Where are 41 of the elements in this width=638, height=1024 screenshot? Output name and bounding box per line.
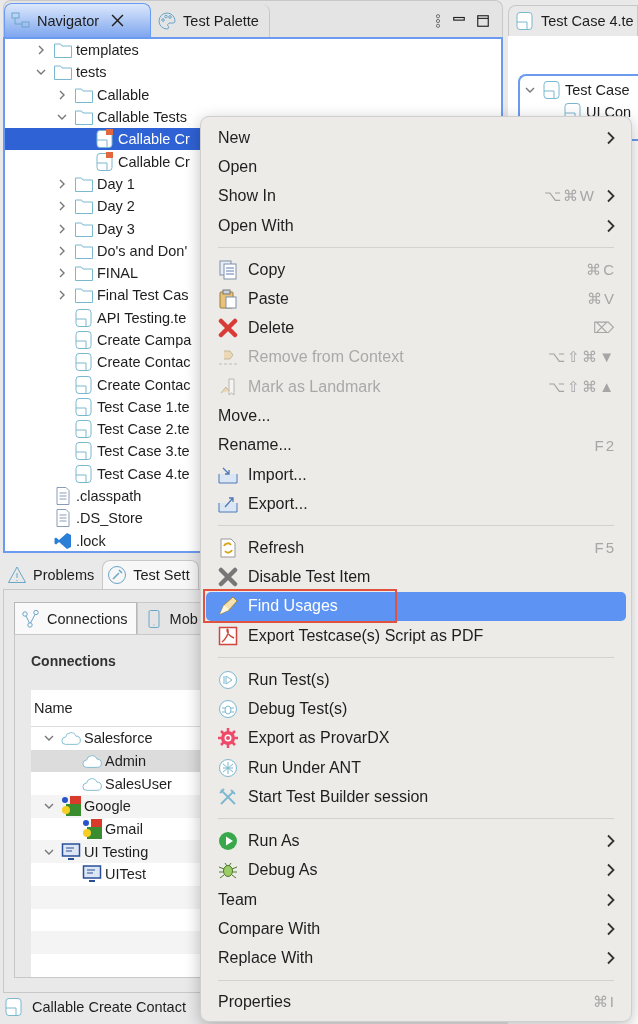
- shortcut-hint: ⌥⌘W: [543, 187, 596, 206]
- tree-item-label: Callable Cr: [118, 131, 190, 148]
- tree-item-label: Test Case 3.te: [97, 443, 190, 460]
- connection-name: Gmail: [105, 821, 143, 838]
- tree-item-label: .classpath: [76, 488, 142, 505]
- tree-item-label: API Testing.te: [97, 309, 187, 326]
- tree-item-label: Create Campa: [97, 332, 192, 348]
- tree-item-label: Day 2: [97, 198, 135, 215]
- tree-item-label: FINAL: [97, 265, 139, 282]
- tree-item-label: Test Case 2.te: [97, 421, 190, 438]
- tree-item-label: Callable Tests: [97, 109, 187, 126]
- shortcut-hint: ⌦: [593, 319, 616, 338]
- tree-item-label: tests: [76, 64, 107, 81]
- shortcut-hint: ⌘C: [586, 260, 616, 279]
- tree-item-label: Callable: [97, 86, 150, 103]
- connection-name: UI Testing: [84, 843, 149, 860]
- shortcut-hint: ⌥⇧⌘▲: [548, 377, 616, 396]
- tree-item-label: Day 1: [97, 175, 135, 192]
- tree-item-label: Do's and Don': [97, 242, 188, 259]
- tree-item-label: .lock: [76, 532, 106, 549]
- tree-item-label: Test Case: [565, 82, 630, 98]
- tree-item-label: .DS_Store: [76, 510, 143, 527]
- shortcut-hint: F5: [594, 539, 616, 557]
- tree-item-label: templates: [76, 42, 139, 59]
- shortcut-hint: ⌘V: [587, 289, 616, 308]
- connection-name: Salesforce: [84, 730, 153, 747]
- tree-item-label: Final Test Cas: [97, 287, 189, 304]
- tree-item-label: Test Case 4.te: [97, 465, 190, 482]
- shortcut-hint: F2: [594, 436, 616, 454]
- tree-item-label: Day 3: [97, 220, 135, 237]
- tree-item-label: Test Case 1.te: [97, 398, 190, 415]
- tree-item-label: Create Contac: [97, 354, 191, 371]
- connection-name: Admin: [105, 753, 147, 770]
- tree-item-label: Callable Cr: [118, 153, 190, 170]
- connection-name: UITest: [105, 866, 147, 883]
- shortcut-hint: ⌘I: [592, 993, 616, 1012]
- shortcut-hint: ⌥⇧⌘▼: [548, 348, 616, 367]
- connection-name: SalesUser: [105, 775, 172, 792]
- tree-item-label: Create Contac: [97, 376, 191, 393]
- status-text: Callable Create Contact: [32, 999, 186, 1015]
- connection-name: Google: [84, 798, 131, 815]
